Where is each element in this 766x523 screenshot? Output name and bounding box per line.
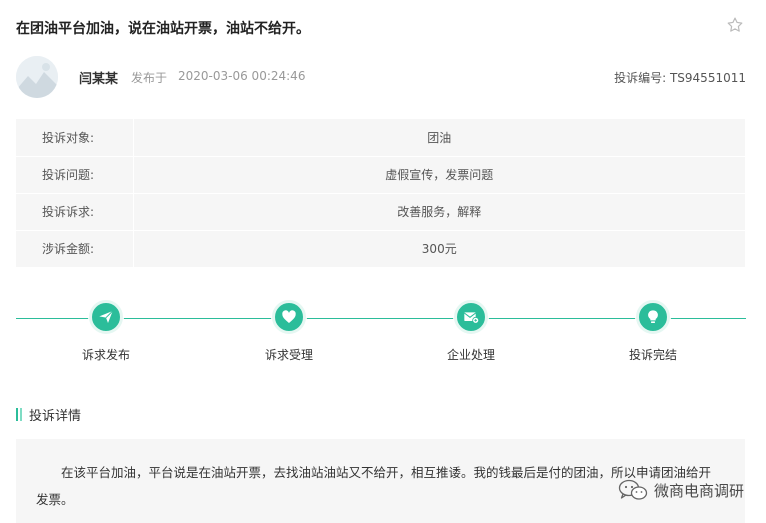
table-row: 投诉问题: 虚假宣传，发票问题 bbox=[16, 156, 745, 194]
step-circle bbox=[272, 300, 306, 334]
wechat-icon bbox=[618, 479, 648, 500]
step-circle bbox=[636, 300, 670, 334]
heart-icon bbox=[282, 310, 296, 323]
step-processing: 企业处理 bbox=[431, 296, 511, 363]
watermark: 微商电商调研 bbox=[618, 478, 744, 502]
lightbulb-icon bbox=[648, 310, 658, 323]
info-label: 投诉对象: bbox=[16, 119, 134, 157]
step-label: 企业处理 bbox=[446, 348, 495, 362]
published-label: 发布于 bbox=[131, 71, 168, 85]
paper-plane-icon bbox=[99, 310, 114, 323]
step-submitted: 诉求发布 bbox=[66, 296, 146, 363]
complaint-info-table: 投诉对象: 团油 投诉问题: 虚假宣传，发票问题 投诉诉求: 改善服务，解释 涉… bbox=[16, 119, 745, 268]
info-label: 涉诉金额: bbox=[16, 230, 134, 268]
info-label: 投诉诉求: bbox=[16, 193, 134, 231]
section-title-text: 投诉详情 bbox=[29, 409, 82, 424]
step-label: 诉求受理 bbox=[264, 348, 313, 362]
info-value: 团油 bbox=[133, 119, 745, 157]
info-value: 300元 bbox=[133, 230, 745, 268]
avatar[interactable] bbox=[16, 56, 58, 98]
info-value: 改善服务，解释 bbox=[133, 193, 745, 231]
info-label: 投诉问题: bbox=[16, 156, 134, 194]
complaint-number: 投诉编号: TS94551011 bbox=[614, 71, 746, 85]
author-name[interactable]: 闫某某 bbox=[79, 68, 118, 87]
step-label: 诉求发布 bbox=[81, 348, 130, 362]
section-title: 投诉详情 bbox=[16, 405, 81, 424]
step-completed: 投诉完结 bbox=[613, 296, 693, 363]
step-accepted: 诉求受理 bbox=[249, 296, 329, 363]
mail-reply-icon bbox=[464, 312, 479, 324]
page-title: 在团油平台加油，说在油站开票，油站不给开。 bbox=[16, 21, 310, 37]
section-bar-icon bbox=[16, 408, 18, 421]
watermark-text: 微商电商调研 bbox=[653, 481, 744, 500]
table-row: 投诉对象: 团油 bbox=[16, 119, 745, 157]
published-time: 2020-03-06 00:24:46 bbox=[178, 69, 306, 83]
star-outline-icon[interactable] bbox=[726, 16, 744, 34]
section-bar-icon bbox=[20, 408, 22, 421]
step-circle bbox=[89, 300, 123, 334]
table-row: 涉诉金额: 300元 bbox=[16, 230, 745, 268]
info-value: 虚假宣传，发票问题 bbox=[133, 156, 745, 194]
step-circle bbox=[454, 300, 488, 334]
step-label: 投诉完结 bbox=[628, 348, 677, 362]
progress-steps: 诉求发布 诉求受理 企业处理 投诉完结 bbox=[16, 296, 746, 366]
author-row: 闫某某 发布于 2020-03-06 00:24:46 投诉编号: TS9455… bbox=[16, 56, 746, 98]
table-row: 投诉诉求: 改善服务，解释 bbox=[16, 193, 745, 231]
